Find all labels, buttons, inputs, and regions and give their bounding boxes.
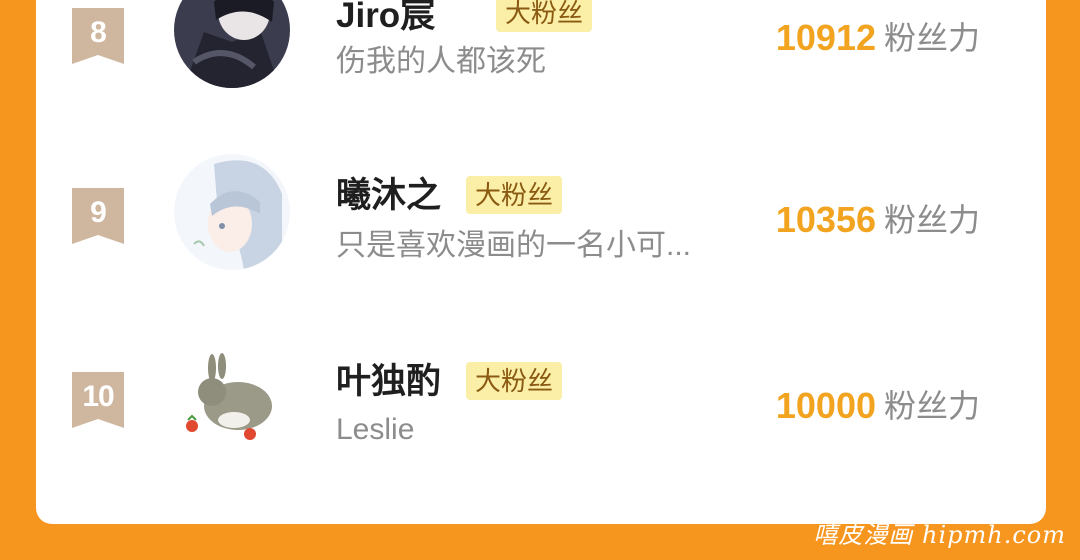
fan-level-badge: 大粉丝 [466, 176, 563, 214]
rank-ribbon: 8 [72, 8, 124, 64]
user-bio: 只是喜欢漫画的一名小可... [336, 229, 692, 262]
site-watermark: 嘻皮漫画 hipmh.com [813, 521, 1066, 549]
fan-ranking-card: 8 Jiro宸 大粉丝 伤我的人都该死 10912 粉丝力 9 曦沐之 大粉丝 … [36, 0, 1046, 524]
fan-score-unit: 粉丝力 [884, 388, 981, 424]
fan-score: 10912 [775, 17, 876, 58]
user-name[interactable]: Jiro宸 [336, 0, 435, 36]
rank-ribbon: 9 [72, 188, 124, 244]
fan-score: 10000 [775, 385, 876, 426]
ranking-row[interactable]: 9 曦沐之 大粉丝 只是喜欢漫画的一名小可... 10356 粉丝力 [36, 150, 1046, 300]
rank-ribbon: 10 [72, 372, 124, 428]
fan-score-unit: 粉丝力 [884, 202, 981, 238]
user-avatar[interactable] [174, 154, 290, 270]
user-avatar[interactable] [174, 342, 290, 458]
user-bio: Leslie [336, 413, 415, 446]
user-name[interactable]: 叶独酌 [336, 362, 441, 402]
user-avatar[interactable] [174, 0, 290, 88]
ranking-row[interactable]: 10 叶独酌 大粉丝 Leslie 10000 粉丝力 [36, 336, 1046, 486]
fan-level-badge: 大粉丝 [496, 0, 593, 32]
fan-level-badge: 大粉丝 [466, 362, 563, 400]
fan-score: 10356 [775, 199, 876, 240]
fan-score-unit: 粉丝力 [884, 20, 981, 56]
user-name[interactable]: 曦沐之 [336, 176, 441, 216]
user-bio: 伤我的人都该死 [336, 45, 546, 78]
ranking-row[interactable]: 8 Jiro宸 大粉丝 伤我的人都该死 10912 粉丝力 [36, 0, 1046, 150]
